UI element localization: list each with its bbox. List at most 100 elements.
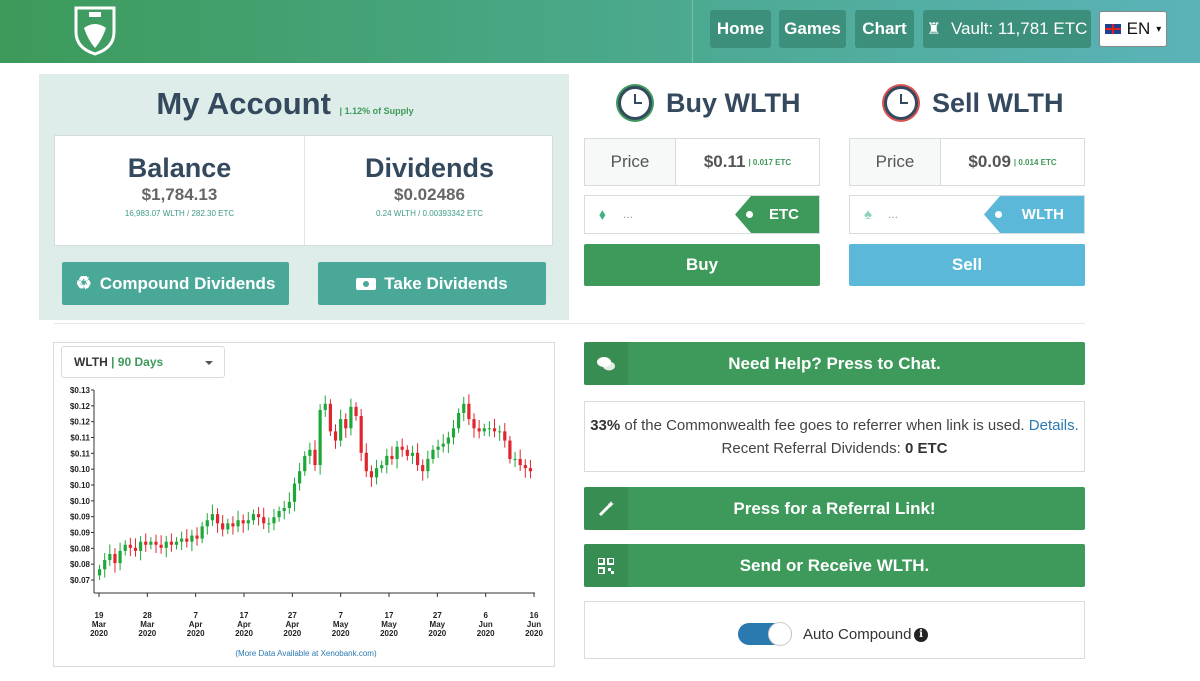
candle: [185, 529, 189, 548]
candle: [513, 451, 517, 468]
buy-amount-input[interactable]: ⬧ ... ETC: [584, 195, 820, 234]
candle: [523, 459, 527, 478]
chart-separator: |: [107, 355, 118, 369]
info-icon[interactable]: i: [914, 628, 928, 642]
buy-clock-icon: [618, 86, 652, 120]
candle: [210, 504, 215, 527]
candle: [457, 408, 461, 433]
buy-button-label: Buy: [685, 255, 719, 274]
sell-amount-input[interactable]: ♠ ... WLTH: [849, 195, 1085, 234]
nav-games-button[interactable]: Games: [779, 10, 846, 48]
candle-body: [97, 569, 102, 576]
x-tick-label: 17: [385, 611, 394, 620]
candle: [215, 508, 220, 533]
candle-body: [390, 455, 394, 459]
candle-body: [164, 541, 168, 548]
candles: [97, 394, 533, 580]
x-tick-label: 2020: [187, 629, 205, 638]
candle-body: [318, 409, 322, 466]
auto-compound-toggle[interactable]: [738, 622, 792, 646]
x-tick-label: May: [333, 620, 349, 629]
nav-home-button[interactable]: Home: [710, 10, 771, 48]
tree-icon: ♠: [864, 206, 872, 223]
chat-help-button[interactable]: Need Help? Press to Chat.: [584, 342, 1085, 385]
candle: [97, 564, 102, 580]
x-tick-label: 2020: [332, 629, 350, 638]
candle: [518, 449, 522, 471]
candle: [318, 404, 322, 475]
x-tick-label: 2020: [138, 629, 156, 638]
x-tick-label: May: [430, 620, 446, 629]
x-tick-label: 27: [288, 611, 297, 620]
candle-body: [231, 523, 235, 527]
chart-footer-link[interactable]: (More Data Available at Xenobank.com): [235, 649, 377, 658]
candle: [503, 423, 507, 448]
send-receive-button[interactable]: Send or Receive WLTH.: [584, 544, 1085, 587]
candle-body: [262, 517, 266, 524]
candle-body: [298, 471, 302, 484]
candle-body: [405, 449, 409, 456]
referral-line-2: Recent Referral Dividends: 0 ETC: [585, 437, 1084, 460]
candle-body: [523, 465, 527, 469]
referral-details-link[interactable]: Details.: [1029, 417, 1079, 434]
candle: [436, 439, 440, 459]
sell-amount-placeholder: ...: [888, 207, 899, 221]
auto-compound-box: Auto Compound i: [584, 601, 1085, 659]
sell-button[interactable]: Sell: [849, 244, 1085, 286]
buy-heading: Buy WLTH: [666, 87, 801, 118]
candle: [344, 413, 348, 438]
candle-body: [128, 544, 132, 548]
nav-chart-button[interactable]: Chart: [855, 10, 914, 48]
take-dividends-button[interactable]: Take Dividends: [318, 262, 546, 305]
candle: [256, 507, 261, 526]
magic-wand-icon: [584, 487, 628, 530]
commonwealth-logo[interactable]: [72, 4, 118, 56]
language-select[interactable]: EN ▾: [1099, 11, 1167, 47]
buy-price-value: $0.11: [703, 152, 746, 171]
money-bill-icon: [356, 277, 377, 290]
sell-price-etc: | 0.014 ETC: [1013, 157, 1057, 167]
referral-line-1: 33% of the Commonwealth fee goes to refe…: [585, 414, 1084, 437]
x-tick-label: 28: [143, 611, 152, 620]
candle: [462, 396, 466, 422]
compound-dividends-button[interactable]: ♻ Compound Dividends: [62, 262, 289, 305]
vault-button[interactable]: ♜ Vault: 11,781 ETC: [923, 10, 1091, 48]
x-tick-label: Apr: [285, 620, 299, 629]
candle-body: [190, 535, 194, 542]
candle: [282, 500, 286, 520]
candle: [441, 434, 445, 453]
sell-title: Sell WLTH: [884, 86, 1064, 120]
candle-body: [323, 403, 327, 410]
candle-body: [518, 458, 522, 466]
balance-stat: Balance $1,784.13 16,983.07 WLTH / 282.3…: [55, 153, 304, 218]
candle-body: [210, 514, 215, 521]
candle-body: [354, 406, 358, 417]
sell-price-label: Price: [850, 139, 941, 185]
referral-info-box: 33% of the Commonwealth fee goes to refe…: [584, 401, 1085, 472]
x-tick-label: 2020: [525, 629, 543, 638]
recent-referral-value: 0 ETC: [904, 440, 948, 457]
dividends-label: Dividends: [364, 153, 495, 183]
chart-range-select[interactable]: WLTH | 90 Days: [61, 346, 225, 378]
y-axis-ticks: $0.13 $0.12 $0.12 $0.11 $0.11 $0.10 $0.10 $0.10…: [70, 386, 94, 585]
dividends-subvalue: 0.24 WLTH / 0.00393342 ETC: [375, 209, 484, 218]
candle: [262, 507, 266, 530]
uk-flag-icon: [1104, 24, 1121, 34]
candle-body: [374, 468, 379, 478]
candle: [359, 409, 363, 462]
candle: [400, 438, 404, 457]
candle-body: [467, 403, 471, 420]
price-candlestick-chart[interactable]: $0.13 $0.12 $0.12 $0.11 $0.11 $0.10 $0.10 $0.10…: [53, 378, 553, 663]
referral-link-button[interactable]: Press for a Referral Link!: [584, 487, 1085, 530]
candle-body: [169, 541, 173, 545]
candle: [226, 518, 230, 535]
candle: [272, 508, 276, 531]
candle: [128, 537, 132, 557]
x-tick-label: 17: [240, 611, 249, 620]
candle: [477, 420, 481, 439]
candle-body: [144, 541, 148, 545]
buy-button[interactable]: Buy: [584, 244, 820, 286]
referral-text: of the Commonwealth fee goes to referrer…: [620, 417, 1029, 434]
y-tick-label: $0.08: [70, 560, 91, 569]
candle: [472, 413, 476, 438]
